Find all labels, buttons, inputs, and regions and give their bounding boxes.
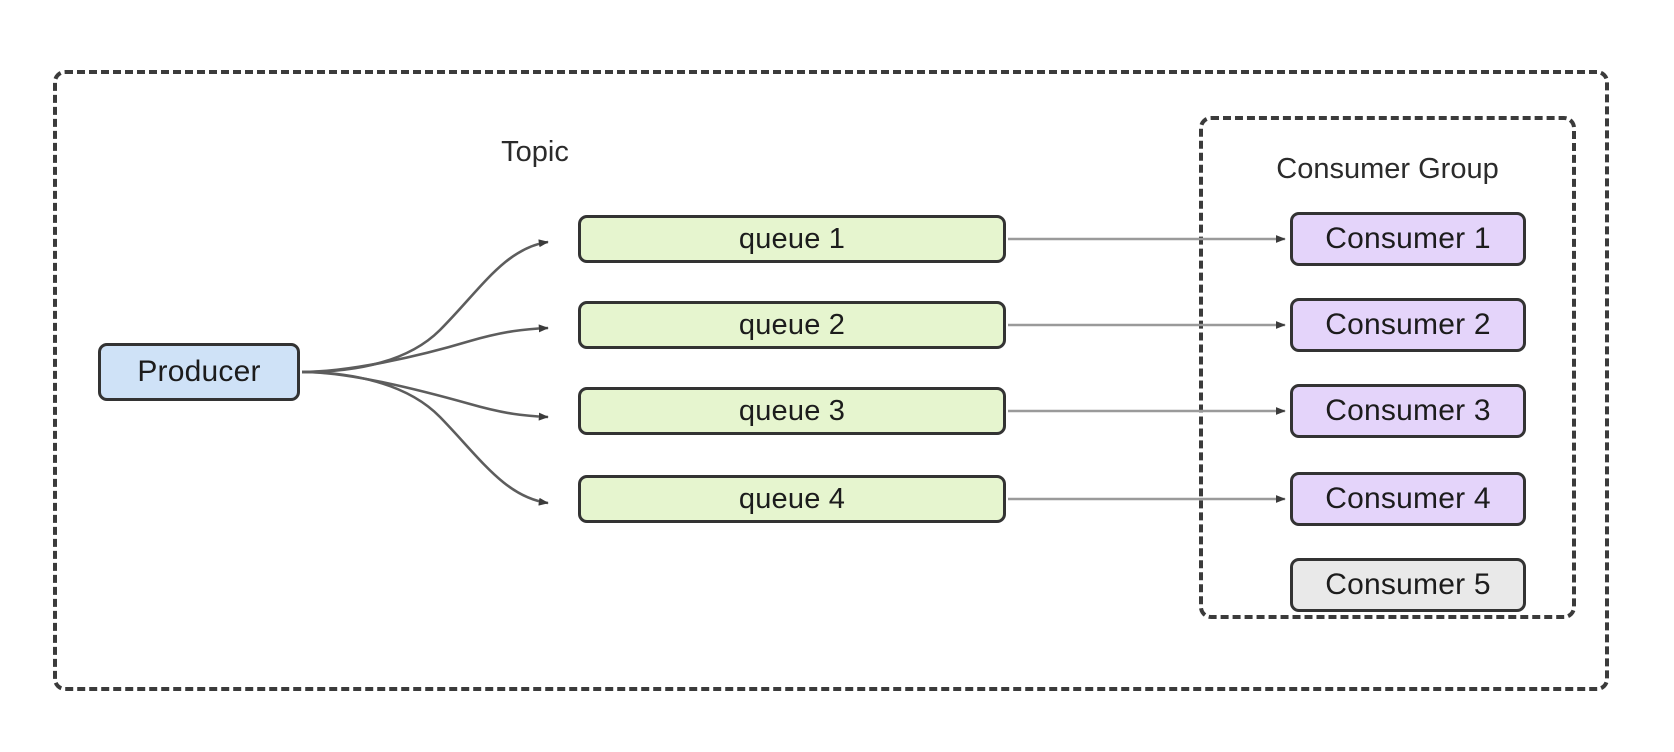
queue-node-4[interactable]: queue 4 bbox=[578, 475, 1006, 523]
consumer-node-3[interactable]: Consumer 3 bbox=[1290, 384, 1526, 438]
consumer-node-1[interactable]: Consumer 1 bbox=[1290, 212, 1526, 266]
consumer-node-2[interactable]: Consumer 2 bbox=[1290, 298, 1526, 352]
queue-node-2[interactable]: queue 2 bbox=[578, 301, 1006, 349]
queue-node-3[interactable]: queue 3 bbox=[578, 387, 1006, 435]
diagram-canvas: Topic Consumer Group Producer queue 1 qu… bbox=[0, 0, 1674, 752]
queue-node-1[interactable]: queue 1 bbox=[578, 215, 1006, 263]
consumer-group-boundary bbox=[1199, 116, 1576, 619]
consumer-group-label: Consumer Group bbox=[1276, 153, 1499, 185]
consumer-node-4[interactable]: Consumer 4 bbox=[1290, 472, 1526, 526]
producer-node[interactable]: Producer bbox=[98, 343, 300, 401]
consumer-node-5[interactable]: Consumer 5 bbox=[1290, 558, 1526, 612]
topic-label: Topic bbox=[501, 136, 569, 168]
